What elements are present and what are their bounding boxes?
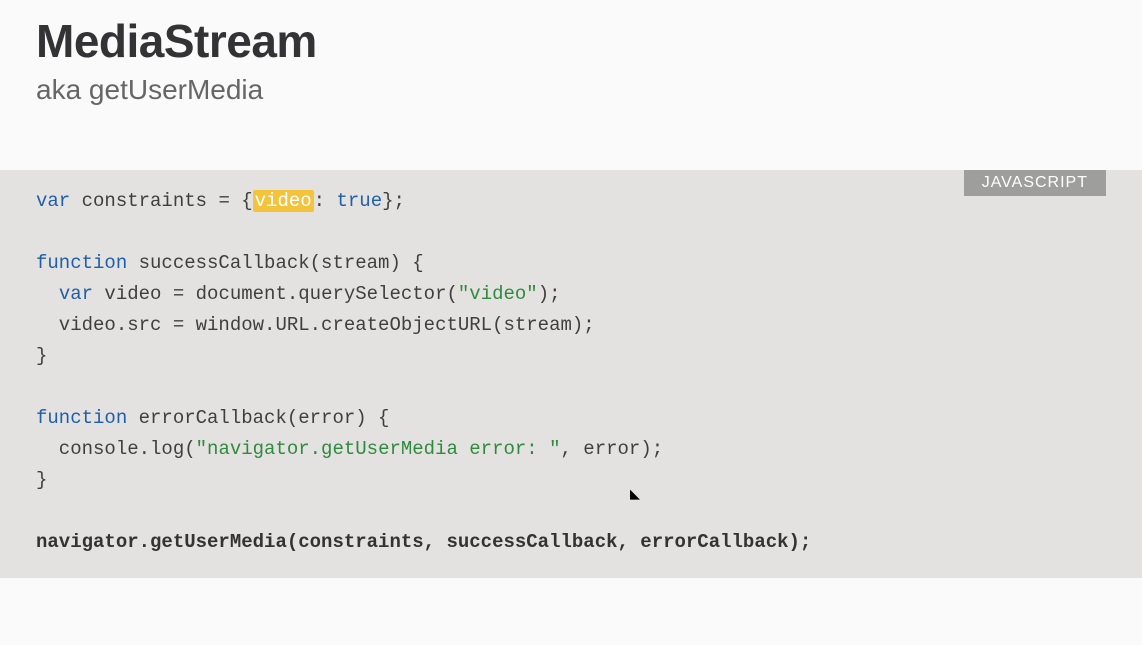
code-text: }; <box>382 190 405 212</box>
code-text: ); <box>538 283 561 305</box>
code-block: JAVASCRIPT var constraints = {video: tru… <box>0 170 1142 578</box>
code-text: video.src = window.URL.createObjectURL(s… <box>36 314 595 336</box>
keyword-var: var <box>59 283 93 305</box>
code-text: : <box>314 190 337 212</box>
code-text: } <box>36 345 47 367</box>
slide-title: MediaStream <box>36 14 1106 68</box>
keyword-function: function <box>36 252 127 274</box>
keyword-var: var <box>36 190 70 212</box>
code-text: console.log( <box>36 438 196 460</box>
code-text: , error); <box>561 438 664 460</box>
emphasized-line: navigator.getUserMedia(constraints, succ… <box>36 531 811 553</box>
boolean-literal: true <box>336 190 382 212</box>
keyword-function: function <box>36 407 127 429</box>
string-literal: "navigator.getUserMedia error: " <box>196 438 561 460</box>
slide-subtitle: aka getUserMedia <box>36 74 1106 106</box>
highlighted-token: video <box>253 190 314 212</box>
string-literal: "video" <box>458 283 538 305</box>
code-text: errorCallback(error) { <box>127 407 389 429</box>
code-text: successCallback(stream) { <box>127 252 423 274</box>
code-text: video = document.querySelector( <box>93 283 458 305</box>
slide: MediaStream aka getUserMedia JAVASCRIPT … <box>0 0 1142 645</box>
code-text: } <box>36 469 47 491</box>
code-text: constraints = { <box>70 190 252 212</box>
code-content: var constraints = {video: true}; functio… <box>36 186 1106 558</box>
code-language-label: JAVASCRIPT <box>964 170 1106 196</box>
